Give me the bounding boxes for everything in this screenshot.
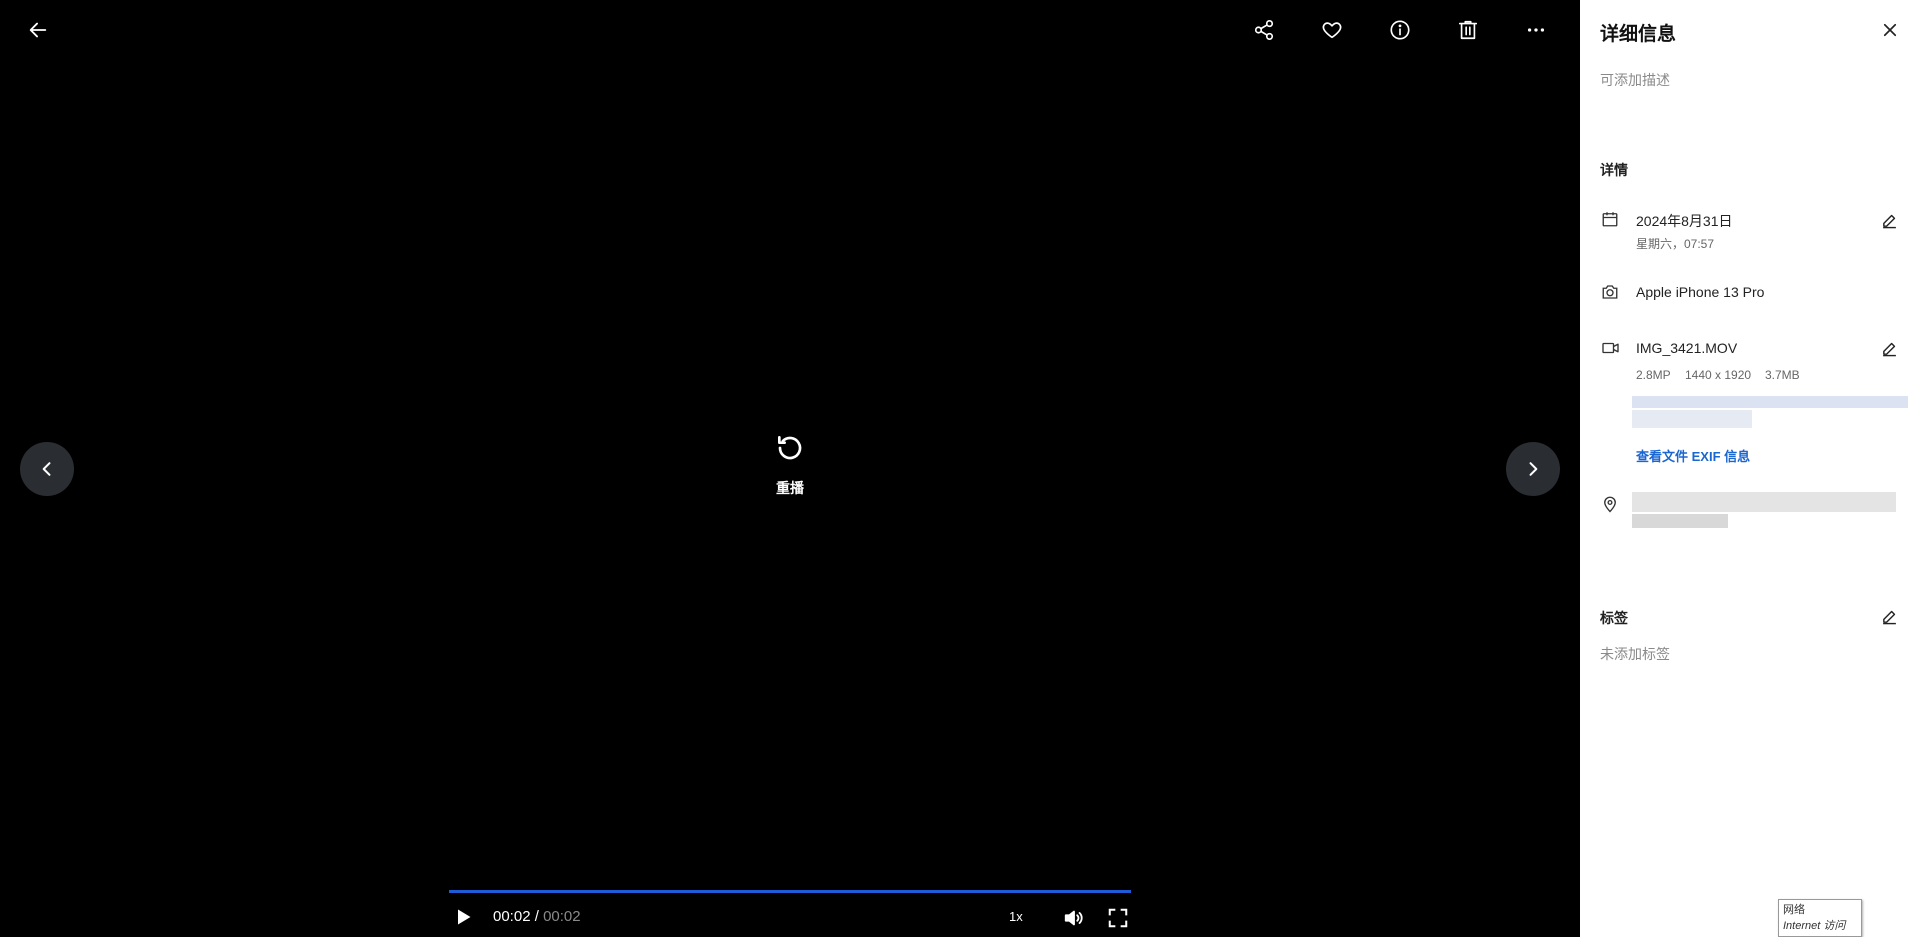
play-button[interactable] — [451, 905, 475, 929]
share-icon — [1254, 20, 1274, 40]
close-icon — [1883, 23, 1897, 37]
redacted-path — [1632, 410, 1752, 428]
exif-link[interactable]: 查看文件 EXIF 信息 — [1636, 446, 1750, 465]
panel-title: 详细信息 — [1600, 24, 1677, 45]
tooltip-line1: 网络 — [1783, 904, 1805, 916]
details-panel: 详细信息 可添加描述 详情 2024年8月31日 星期六，07:57 Apple… — [1580, 0, 1920, 937]
more-horizontal-icon — [1527, 28, 1545, 32]
volume-icon — [1064, 910, 1083, 926]
delete-button[interactable] — [1450, 12, 1486, 48]
description-input[interactable]: 可添加描述 — [1600, 70, 1670, 90]
chevron-right-icon — [1529, 462, 1538, 476]
chevron-left-icon — [42, 462, 51, 476]
redacted-path — [1632, 396, 1908, 408]
player-controls: 00:02 / 00:02 1x — [449, 900, 1131, 934]
camera-icon — [1600, 282, 1620, 302]
replay-button[interactable]: 重播 — [760, 432, 820, 514]
tooltip-line2: Internet 访问 — [1783, 920, 1846, 932]
back-button[interactable] — [20, 12, 56, 48]
close-button[interactable] — [1878, 18, 1902, 42]
fullscreen-icon — [1108, 908, 1128, 928]
info-button[interactable] — [1382, 12, 1418, 48]
arrow-left-icon — [29, 22, 47, 38]
filename-text: IMG_3421.MOV — [1636, 340, 1738, 356]
more-button[interactable] — [1518, 12, 1554, 48]
edit-date-button[interactable] — [1878, 209, 1900, 231]
redacted-location — [1632, 514, 1728, 528]
current-time: 00:02 — [493, 908, 531, 925]
heart-icon — [1322, 22, 1342, 39]
total-time: 00:02 — [543, 908, 581, 925]
playback-speed[interactable]: 1x — [1009, 909, 1023, 924]
network-tooltip: 网络 Internet 访问 — [1778, 899, 1862, 937]
date-text: 2024年8月31日 — [1636, 213, 1733, 229]
tags-heading: 标签 — [1600, 610, 1628, 626]
time-separator: / — [530, 908, 544, 925]
replay-label: 重播 — [776, 480, 804, 496]
previous-button[interactable] — [20, 442, 74, 496]
play-icon — [458, 909, 471, 925]
fullscreen-button[interactable] — [1105, 905, 1131, 931]
edit-icon — [1882, 342, 1896, 356]
camera-text: Apple iPhone 13 Pro — [1636, 284, 1765, 300]
details-heading: 详情 — [1600, 162, 1628, 178]
tags-empty-text: 未添加标签 — [1600, 646, 1670, 662]
edit-icon — [1882, 610, 1896, 624]
replay-icon — [778, 436, 802, 460]
media-viewer: 重播 00:02 / 00:02 1x — [0, 0, 1580, 937]
time-display: 00:02 / 00:02 — [493, 908, 581, 925]
resolution-text: 1440 x 1920 — [1685, 368, 1752, 382]
share-button[interactable] — [1246, 12, 1282, 48]
volume-button[interactable] — [1061, 905, 1087, 931]
video-icon — [1600, 338, 1620, 358]
edit-filename-button[interactable] — [1878, 337, 1900, 359]
filesize-text: 3.7MB — [1765, 368, 1800, 382]
next-button[interactable] — [1506, 442, 1560, 496]
edit-icon — [1882, 214, 1896, 228]
megapixels-text: 2.8MP — [1636, 368, 1671, 382]
calendar-icon — [1600, 209, 1620, 229]
edit-tags-button[interactable] — [1878, 605, 1900, 627]
weekday-time-text: 星期六，07:57 — [1636, 237, 1715, 251]
info-icon — [1390, 20, 1410, 40]
trash-icon — [1458, 20, 1478, 40]
progress-bar[interactable] — [449, 890, 1131, 893]
redacted-location — [1632, 492, 1896, 512]
favorite-button[interactable] — [1314, 12, 1350, 48]
location-pin-icon — [1600, 494, 1620, 514]
